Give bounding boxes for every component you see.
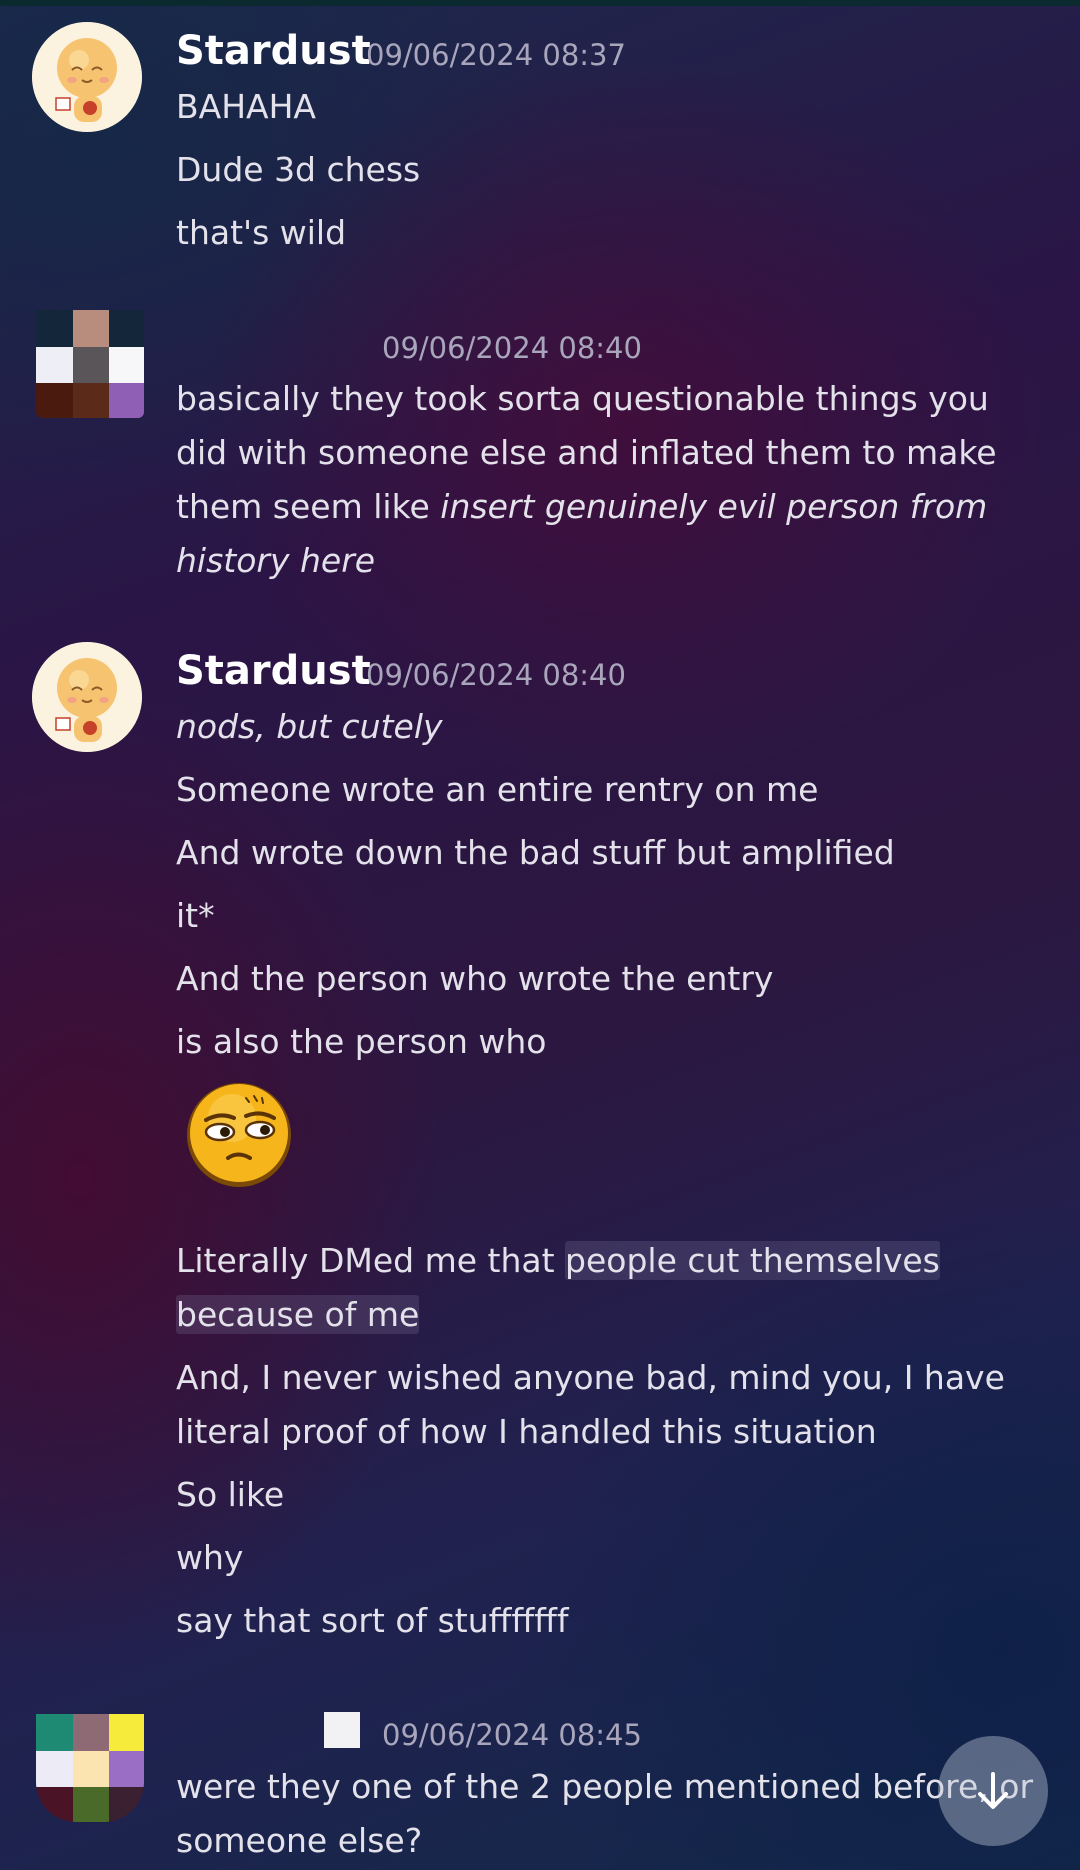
message-text: nods, but cutely <box>176 707 443 746</box>
message-text: Literally DMed me that people cut themse… <box>176 1234 1046 1288</box>
message-text: So like <box>176 1475 285 1514</box>
highlighted-text[interactable]: because of me <box>176 1295 420 1334</box>
message-text: BAHAHA <box>176 87 316 126</box>
highlighted-text[interactable]: people cut themselves <box>565 1241 940 1280</box>
arrow-down-icon <box>978 1772 1008 1809</box>
message-text: it* <box>176 896 215 935</box>
pixel-avatar[interactable] <box>36 1714 144 1822</box>
username[interactable]: Stardust <box>176 648 371 694</box>
message-text: were they one of the 2 people mentioned … <box>176 1767 1034 1860</box>
message-text: that's wild <box>176 213 347 252</box>
stardust-avatar[interactable] <box>32 642 142 752</box>
stardust-avatar[interactable] <box>32 22 142 132</box>
pixel-avatar[interactable] <box>36 310 144 418</box>
timestamp: 09/06/2024 08:37 <box>366 38 626 72</box>
message-text: And, I never wished anyone bad, mind you… <box>176 1358 1005 1451</box>
message-text: And the person who wrote the entry <box>176 959 774 998</box>
message-text: Someone wrote an entire rentry on me <box>176 770 819 809</box>
message-text: Dude 3d chess <box>176 150 421 189</box>
message-text: is also the person who <box>176 1022 547 1061</box>
timestamp: 09/06/2024 08:45 <box>382 1718 642 1752</box>
skeptical-face-emoji[interactable] <box>184 1080 294 1190</box>
message-text: why <box>176 1538 244 1577</box>
message-text-plain: Literally DMed me that <box>176 1241 566 1280</box>
scroll-to-bottom-button[interactable] <box>938 1736 1048 1846</box>
redacted-username <box>324 1712 360 1748</box>
timestamp: 09/06/2024 08:40 <box>366 658 626 692</box>
message-text: because of me <box>176 1288 1046 1342</box>
username[interactable]: Stardust <box>176 28 371 74</box>
message-text: And wrote down the bad stuff but amplifi… <box>176 833 895 872</box>
message-text: basically they took sorta questionable t… <box>176 372 1046 588</box>
message-text: say that sort of stufffffff <box>176 1601 569 1640</box>
top-border <box>0 0 1080 6</box>
timestamp: 09/06/2024 08:40 <box>382 331 642 365</box>
